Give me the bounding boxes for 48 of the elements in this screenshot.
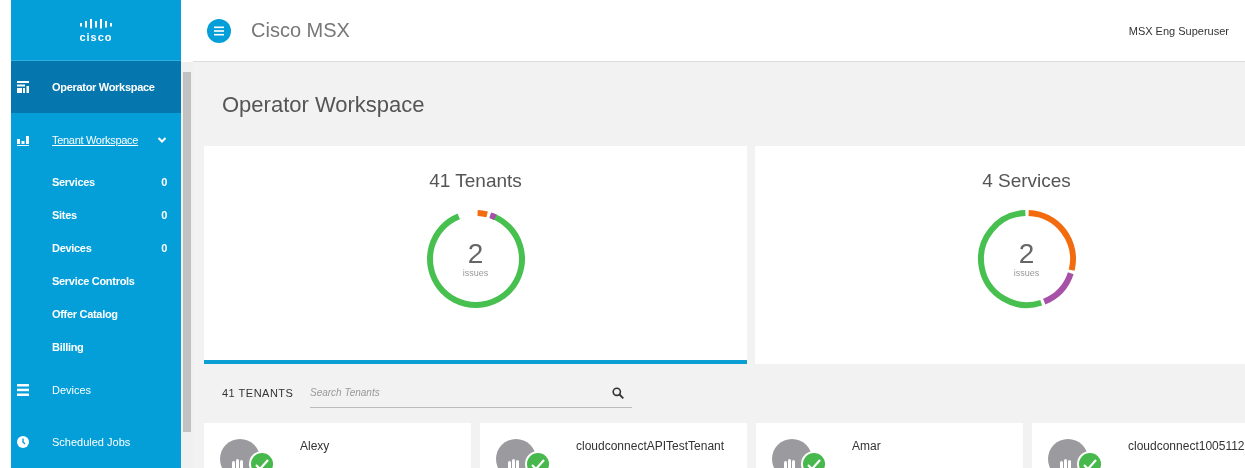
sidebar-item[interactable]: Scheduled Jobs [11, 415, 181, 468]
tenant-card[interactable]: cloudconnectAPITestTenant [480, 423, 747, 468]
search-field[interactable]: Search Tenants [310, 378, 632, 408]
sidebar-item[interactable]: Devices [11, 363, 181, 416]
tenant-card[interactable]: Amar [756, 423, 1023, 468]
sidebar-subitem[interactable]: Offer Catalog [11, 297, 181, 331]
sidebar-subitem[interactable]: Sites 0 [11, 198, 181, 232]
issue-label: issues [462, 268, 489, 278]
summary-card[interactable]: 4 Services 2 issues [755, 146, 1245, 364]
tenant-name: cloudconnectAPITestTenant [576, 439, 725, 453]
tenant-avatar-icon [496, 439, 552, 468]
dashboard-icon [17, 81, 29, 94]
tenant-name: cloudconnect1005112 [1128, 439, 1245, 453]
issue-label: issues [1013, 268, 1040, 278]
clock-icon [17, 435, 29, 448]
issue-count: 2 [467, 240, 484, 268]
sidebar-item[interactable]: Tenant Workspace [11, 113, 181, 166]
item-count: 0 [161, 176, 167, 189]
card-title: 41 Tenants [429, 170, 522, 192]
user-name[interactable]: MSX Eng Superuser [1128, 24, 1229, 37]
tenant-card[interactable]: Alexy [204, 423, 471, 468]
tenant-avatar-icon [1048, 439, 1104, 468]
sidebar-subitem[interactable]: Services 0 [11, 165, 181, 199]
sidebar-subitem[interactable]: Billing [11, 330, 181, 364]
menu-icon [207, 18, 231, 43]
logo-icon [79, 17, 113, 30]
tenant-avatar-icon [772, 439, 828, 468]
tenant-name: Alexy [300, 439, 330, 453]
search-icon[interactable] [612, 387, 624, 399]
sidebar-subitem[interactable]: Service Controls [11, 264, 181, 298]
sidebar-subitem[interactable]: Devices 0 [11, 231, 181, 265]
logo-text: cisco [79, 31, 113, 43]
menu-button[interactable] [207, 18, 231, 43]
item-count: 0 [161, 242, 167, 255]
scrollbar[interactable] [181, 62, 193, 468]
item-count: 0 [161, 209, 167, 222]
tenant-card[interactable]: cloudconnect1005112 [1032, 423, 1245, 468]
bar-chart-icon [17, 133, 29, 146]
tenant-name: Amar [852, 439, 881, 453]
summary-card[interactable]: 41 Tenants 2 issues [204, 146, 747, 364]
tenant-count: 41 TENANTS [222, 387, 295, 399]
app-title: Cisco MSX [251, 19, 351, 42]
list-icon [17, 383, 29, 396]
page-title: Operator Workspace [222, 92, 425, 117]
card-title: 4 Services [982, 170, 1071, 192]
tenant-avatar-icon [220, 439, 276, 468]
sidebar-item[interactable]: Operator Workspace [11, 61, 181, 114]
issue-count: 2 [1018, 240, 1035, 268]
